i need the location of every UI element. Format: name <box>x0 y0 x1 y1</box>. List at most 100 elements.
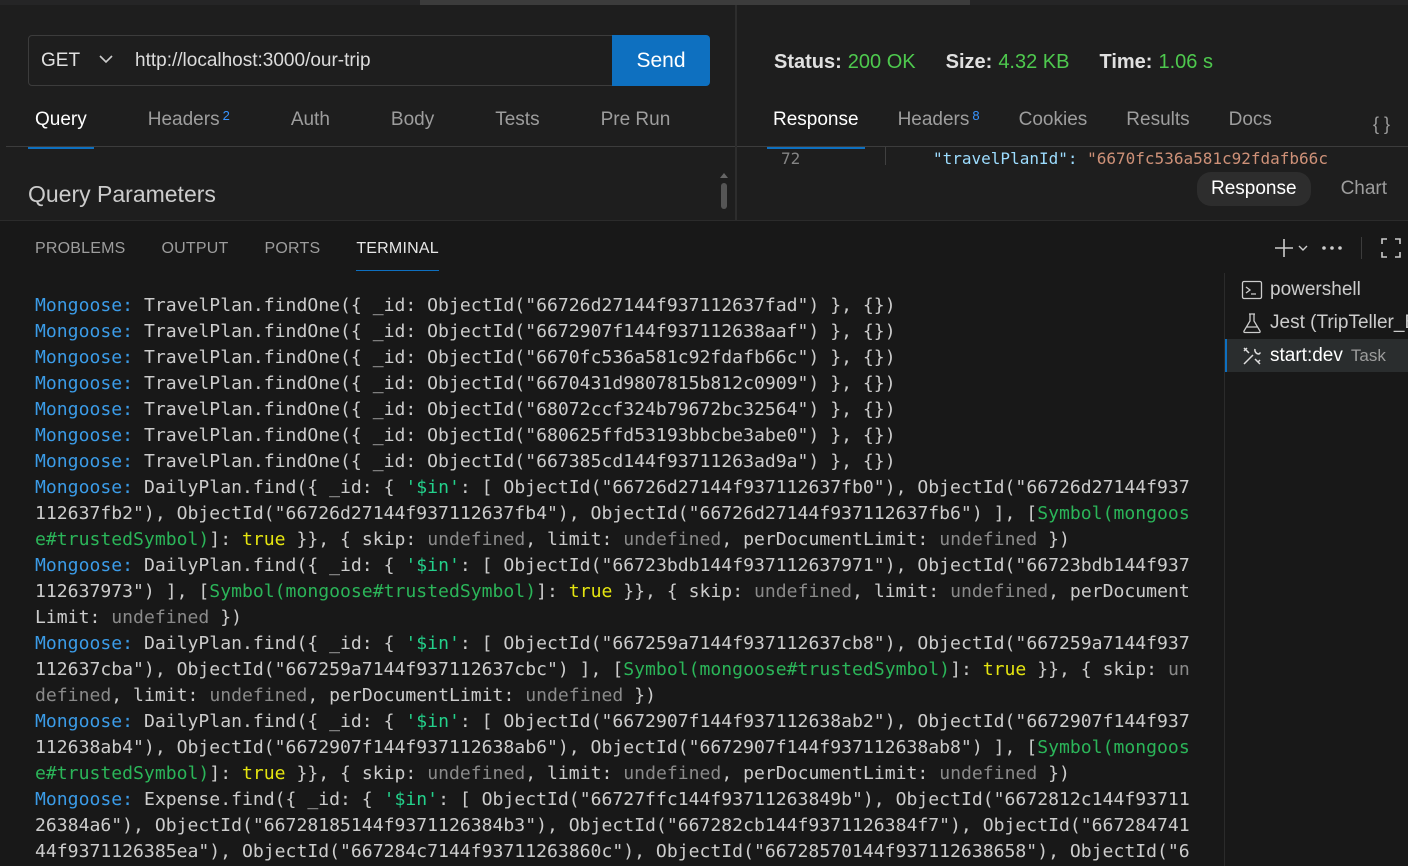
status-value: 200 OK <box>847 51 916 73</box>
terminal-text: TravelPlan.findOne({ _id: ObjectId("6806… <box>133 425 896 446</box>
tab-label: Headers <box>147 109 220 130</box>
headers-count-badge: 8 <box>972 108 980 123</box>
terminal-line: Mongoose: TravelPlan.findOne({ _id: Obje… <box>35 449 1203 475</box>
more-actions-button[interactable] <box>1315 234 1349 262</box>
terminal-text: , perDocumentLimit: <box>307 685 526 706</box>
request-editor: GET http://localhost:3000/our-trip Send … <box>0 0 1408 220</box>
tab-tests[interactable]: Tests <box>488 109 546 149</box>
headers-count-badge: 2 <box>222 108 230 123</box>
terminal-text: 44f9371126385ea"), ObjectId("667284c7144… <box>35 841 1190 862</box>
terminal-line: defined, limit: undefined, perDocumentLi… <box>35 683 1203 709</box>
terminal-line: Mongoose: DailyPlan.find({ _id: { '$in':… <box>35 553 1203 579</box>
terminal-line: Limit: undefined }) <box>35 605 1203 631</box>
terminal-text: Limit: <box>35 607 112 628</box>
terminal-text: Mongoose: <box>35 399 134 420</box>
terminal-text: : [ ObjectId("6672907f144f937112638ab2")… <box>459 711 1190 732</box>
tab-label: Auth <box>290 109 330 130</box>
tools-icon <box>1243 346 1262 365</box>
ellipsis-icon <box>1322 246 1342 250</box>
terminal-list: powershell Jest (TripTeller_B start:dev … <box>1224 273 1408 866</box>
terminal-text: ]: <box>209 763 242 784</box>
terminal-text: '$in' <box>405 477 460 498</box>
time-label: Time: <box>1099 51 1153 73</box>
tab-pre-run[interactable]: Pre Run <box>594 109 678 149</box>
response-status-bar: Status: 200 OK Size: 4.32 KB Time: 1.06 … <box>774 51 1243 74</box>
format-json-button[interactable]: { } <box>1373 114 1390 135</box>
terminal-line: Mongoose: TravelPlan.findOne({ _id: Obje… <box>35 423 1203 449</box>
terminal-text: 112637973") ], [ <box>35 581 210 602</box>
scroll-up-arrow-icon[interactable] <box>720 173 728 178</box>
terminal-text: }}, { skip: <box>612 581 754 602</box>
query-scrollbar[interactable] <box>720 173 728 213</box>
terminal-text: 26384a6"), ObjectId("66728185144f9371126… <box>35 815 1190 836</box>
tab-response-headers[interactable]: Headers 8 <box>892 109 986 149</box>
terminal-text: ]: <box>950 659 983 680</box>
tab-docs[interactable]: Docs <box>1223 109 1278 149</box>
tab-ports[interactable]: PORTS <box>265 233 321 267</box>
terminal-text: Mongoose: <box>35 451 134 472</box>
tab-label: Tests <box>495 109 540 130</box>
tab-problems[interactable]: PROBLEMS <box>35 233 126 267</box>
tab-terminal[interactable]: TERMINAL <box>356 233 439 271</box>
terminal-text: Symbol(mongoose#trustedSymbol) <box>209 581 537 602</box>
response-pane: Status: 200 OK Size: 4.32 KB Time: 1.06 … <box>737 5 1408 220</box>
terminal-text: Mongoose: <box>35 347 134 368</box>
view-chart-button[interactable]: Chart <box>1327 172 1401 206</box>
json-line: "travelPlanId": "6670fc536a581c92fdafb66… <box>933 149 1328 165</box>
terminal-text: , perDocument <box>1048 581 1190 602</box>
line-number: 72 <box>781 149 801 165</box>
terminal-item-jest[interactable]: Jest (TripTeller_B <box>1225 306 1408 339</box>
terminal-text: undefined <box>950 581 1049 602</box>
terminal-text: DailyPlan.find({ _id: { <box>133 477 406 498</box>
terminal-text: ]: <box>536 581 569 602</box>
terminal-text: defined <box>35 685 112 706</box>
terminal-text: Mongoose: <box>35 373 134 394</box>
terminal-text: Mongoose: <box>35 295 134 316</box>
terminal-item-powershell[interactable]: powershell <box>1225 273 1408 306</box>
terminal-text: undefined <box>939 529 1038 550</box>
chevron-down-icon <box>99 55 113 64</box>
terminal-text: '$in' <box>405 711 460 732</box>
terminal-text: undefined <box>623 529 722 550</box>
url-value: http://localhost:3000/our-trip <box>135 49 371 71</box>
tab-headers[interactable]: Headers 2 <box>141 109 237 149</box>
maximize-panel-button[interactable] <box>1374 234 1408 262</box>
tab-output[interactable]: OUTPUT <box>162 233 229 267</box>
tab-label: Response <box>773 109 859 130</box>
new-terminal-button[interactable] <box>1269 234 1315 262</box>
terminal-text: undefined <box>427 529 526 550</box>
terminal-text: }}, { skip: <box>285 529 428 550</box>
panel-actions <box>1269 233 1408 263</box>
size-label: Size: <box>945 51 993 73</box>
gutter-separator <box>885 147 886 165</box>
terminal-line: Mongoose: TravelPlan.findOne({ _id: Obje… <box>35 293 1203 319</box>
terminal-text: 112637fb2"), ObjectId("66726d27144f93711… <box>35 503 1038 524</box>
terminal-text: }) <box>1037 763 1070 784</box>
panel-tabs: PROBLEMS OUTPUT PORTS TERMINAL <box>35 233 475 271</box>
terminal-text: TravelPlan.findOne({ _id: ObjectId("6672… <box>133 321 896 342</box>
send-button[interactable]: Send <box>612 35 710 86</box>
tab-label: Body <box>390 109 435 130</box>
tab-cookies[interactable]: Cookies <box>1013 109 1094 149</box>
tab-auth[interactable]: Auth <box>284 109 337 149</box>
method-select[interactable]: GET <box>28 35 126 86</box>
terminal-output[interactable]: Mongoose: TravelPlan.findOne({ _id: Obje… <box>35 293 1203 866</box>
tab-response[interactable]: Response <box>767 109 865 149</box>
tab-body[interactable]: Body <box>384 109 441 149</box>
terminal-text: : [ ObjectId("66727ffc144f93711263849b")… <box>438 789 1190 810</box>
tab-label: Headers <box>897 109 970 130</box>
view-response-button[interactable]: Response <box>1197 172 1311 206</box>
terminal-line: Mongoose: DailyPlan.find({ _id: { '$in':… <box>35 475 1203 501</box>
tab-results[interactable]: Results <box>1120 109 1195 149</box>
terminal-line: Mongoose: DailyPlan.find({ _id: { '$in':… <box>35 709 1203 735</box>
tab-query[interactable]: Query <box>28 109 94 149</box>
terminal-text: e#trustedSymbol) <box>35 529 210 550</box>
url-input[interactable]: http://localhost:3000/our-trip <box>125 35 613 86</box>
terminal-text: undefined <box>427 763 526 784</box>
terminal-text: }) <box>209 607 242 628</box>
request-pane: GET http://localhost:3000/our-trip Send … <box>0 5 735 220</box>
terminal-item-start-dev[interactable]: start:dev Task <box>1225 339 1408 372</box>
terminal-text: TravelPlan.findOne({ _id: ObjectId("6672… <box>133 295 896 316</box>
terminal-text: TravelPlan.findOne({ _id: ObjectId("6673… <box>133 451 896 472</box>
scrollbar-thumb[interactable] <box>721 183 727 209</box>
